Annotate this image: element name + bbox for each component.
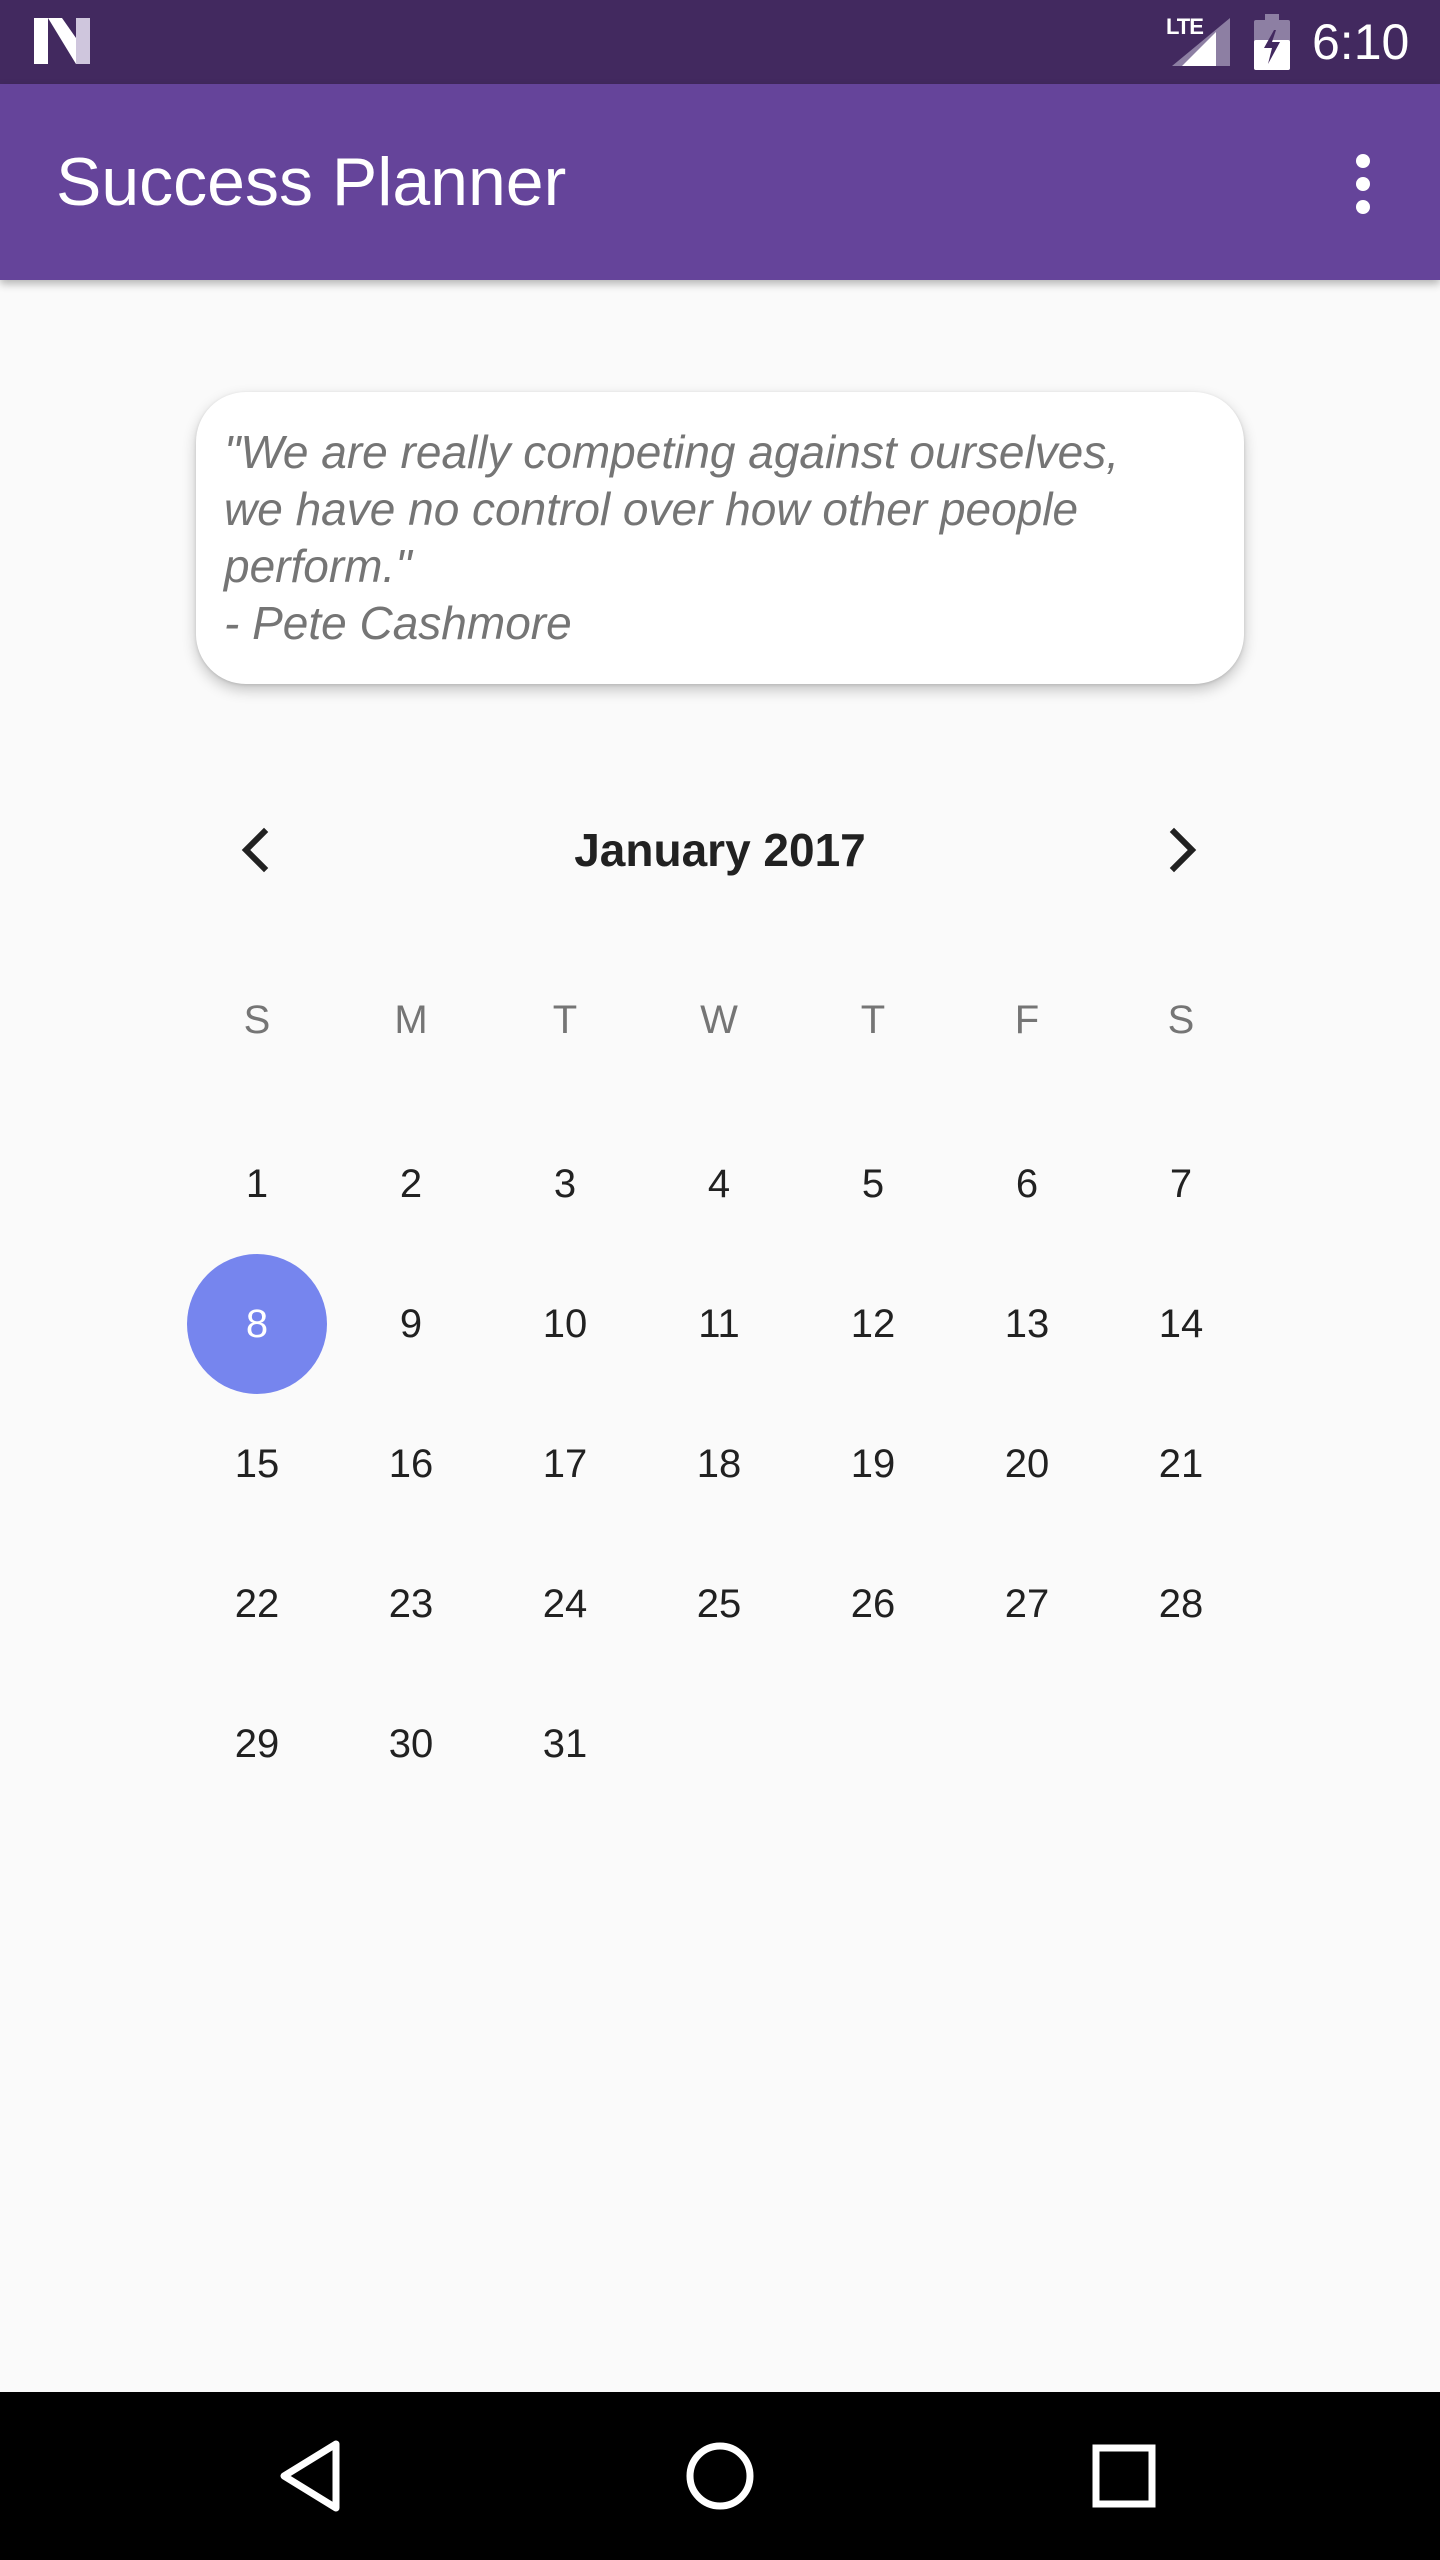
calendar-day-number: 3	[553, 1162, 577, 1206]
calendar-day-number: 4	[707, 1162, 731, 1206]
calendar-day[interactable]: 26	[796, 1534, 950, 1674]
calendar-day-number: 19	[850, 1442, 896, 1486]
calendar-day[interactable]: 31	[488, 1674, 642, 1814]
calendar-day-number: 28	[1158, 1582, 1204, 1626]
calendar-day[interactable]: 10	[488, 1254, 642, 1394]
calendar-day-number: 21	[1158, 1442, 1204, 1486]
calendar-day-number: 31	[542, 1722, 588, 1766]
calendar-day[interactable]: 25	[642, 1534, 796, 1674]
calendar-day-number: 9	[399, 1302, 423, 1346]
calendar-day[interactable]: 14	[1104, 1254, 1258, 1394]
quote-text: "We are really competing against ourselv…	[224, 426, 1120, 649]
status-clock: 6:10	[1312, 14, 1410, 70]
calendar-day[interactable]: 15	[180, 1394, 334, 1534]
calendar-day[interactable]: 22	[180, 1534, 334, 1674]
calendar-day[interactable]: 9	[334, 1254, 488, 1394]
calendar-day[interactable]: 16	[334, 1394, 488, 1534]
system-nav-bar	[0, 2392, 1440, 2560]
calendar-day-number: 26	[850, 1582, 896, 1626]
calendar-day-number: 1	[245, 1162, 269, 1206]
calendar-day[interactable]: 21	[1104, 1394, 1258, 1534]
calendar-day-number: 22	[234, 1582, 280, 1626]
weekday-label: M	[394, 998, 428, 1042]
quote-card: "We are really competing against ourselv…	[196, 392, 1244, 684]
recents-icon[interactable]	[1074, 2426, 1174, 2526]
calendar-day-number: 5	[861, 1162, 885, 1206]
calendar-day-selected[interactable]: 8	[180, 1254, 334, 1394]
calendar-day[interactable]: 4	[642, 1114, 796, 1254]
calendar-day-number: 29	[234, 1722, 280, 1766]
status-bar: LTE 6:10	[0, 0, 1440, 84]
calendar-day-number: 30	[388, 1722, 434, 1766]
calendar-day[interactable]: 13	[950, 1254, 1104, 1394]
calendar-day[interactable]: 23	[334, 1534, 488, 1674]
calendar-day[interactable]: 5	[796, 1114, 950, 1254]
calendar-day[interactable]: 1	[180, 1114, 334, 1254]
calendar-day-number: 23	[388, 1582, 434, 1626]
calendar-day[interactable]: 12	[796, 1254, 950, 1394]
month-title: January 2017	[574, 824, 866, 876]
calendar-day-number: 24	[542, 1582, 588, 1626]
weekday-header: SMTWTFS	[180, 980, 1260, 1060]
calendar-day-number: 8	[245, 1302, 269, 1346]
app-title: Success Planner	[56, 144, 567, 220]
calendar-day[interactable]: 6	[950, 1114, 1104, 1254]
calendar-day-number: 14	[1158, 1302, 1204, 1346]
weekday-label: F	[1014, 998, 1040, 1042]
n-logo-icon	[34, 18, 90, 64]
weekday-label: T	[552, 998, 578, 1042]
home-icon[interactable]	[670, 2426, 770, 2526]
calendar-day[interactable]: 7	[1104, 1114, 1258, 1254]
calendar-day[interactable]: 18	[642, 1394, 796, 1534]
calendar-day-number: 11	[698, 1302, 740, 1346]
calendar-day[interactable]: 29	[180, 1674, 334, 1814]
calendar-day-number: 12	[850, 1302, 896, 1346]
calendar-day-number: 20	[1004, 1442, 1050, 1486]
calendar-day-number: 10	[542, 1302, 588, 1346]
calendar-day[interactable]: 17	[488, 1394, 642, 1534]
weekday-label: W	[700, 998, 738, 1042]
overflow-menu-icon[interactable]	[1330, 144, 1394, 224]
calendar-day-number: 25	[696, 1582, 742, 1626]
signal-icon	[1172, 18, 1230, 66]
calendar-day-number: 7	[1169, 1162, 1193, 1206]
calendar-day[interactable]: 19	[796, 1394, 950, 1534]
calendar-day[interactable]: 2	[334, 1114, 488, 1254]
back-icon[interactable]	[266, 2426, 366, 2526]
calendar-day-number: 15	[234, 1442, 280, 1486]
chevron-right-icon[interactable]	[1146, 814, 1218, 886]
calendar-day[interactable]: 11	[642, 1254, 796, 1394]
weekday-label: T	[860, 998, 886, 1042]
battery-icon	[1254, 14, 1290, 70]
calendar-day[interactable]: 28	[1104, 1534, 1258, 1674]
calendar-day[interactable]: 24	[488, 1534, 642, 1674]
calendar-day-number: 2	[399, 1162, 423, 1206]
calendar-day-number: 27	[1004, 1582, 1050, 1626]
calendar-day-number: 18	[696, 1442, 742, 1486]
calendar-day[interactable]: 20	[950, 1394, 1104, 1534]
calendar-day[interactable]: 27	[950, 1534, 1104, 1674]
calendar-day-number: 6	[1015, 1162, 1039, 1206]
weekday-label: S	[1167, 998, 1195, 1042]
calendar-day-number: 13	[1004, 1302, 1050, 1346]
app-bar: Success Planner	[0, 84, 1440, 280]
weekday-label: S	[243, 998, 271, 1042]
calendar-day[interactable]: 3	[488, 1114, 642, 1254]
calendar-day[interactable]: 30	[334, 1674, 488, 1814]
calendar-day-number: 17	[542, 1442, 588, 1486]
calendar-day-number: 16	[388, 1442, 434, 1486]
